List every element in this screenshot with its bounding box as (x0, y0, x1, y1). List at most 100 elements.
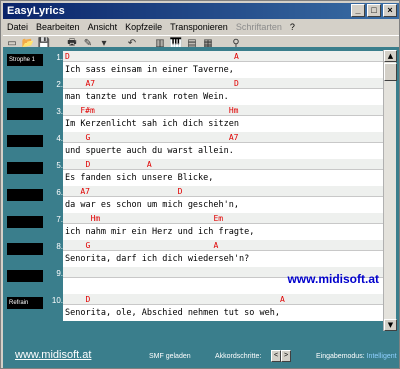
song-line: 6. A7 Dda war es schon um mich gescheh'n, (3, 184, 399, 214)
website-link[interactable]: www.midisoft.at (287, 272, 379, 286)
song-line: Refrain 10. D A Senorita, ole, Abschied nehm… (3, 292, 399, 322)
menu-item-schriftarten[interactable]: Schriftarten (232, 20, 286, 34)
status-url-link[interactable]: www.midisoft.at (15, 349, 91, 361)
lyric-text[interactable]: man tanzte und trank roten Wein. (65, 91, 229, 103)
song-line: 3. F#m Hm Im Kerzenlicht sah ich dich sitze… (3, 103, 399, 133)
input-mode-value: Intelligent (366, 353, 397, 360)
chord[interactable]: G (85, 132, 90, 143)
song-line: 8. G A Senorita, darf ich dich wiederseh'n? (3, 238, 399, 268)
chord-line[interactable]: F#m Hm (63, 105, 383, 116)
chord[interactable]: Em (213, 213, 223, 224)
section-label[interactable] (7, 162, 43, 174)
menu-item-bearbeiten[interactable]: Bearbeiten (32, 20, 84, 34)
menu-bar: Datei Bearbeiten Ansicht Kopfzeile Transponi… (3, 20, 399, 34)
lyric-text[interactable]: Senorita, darf ich dich wiederseh'n? (65, 253, 249, 265)
vertical-scrollbar[interactable]: ▲ ▼ (383, 50, 397, 331)
chord[interactable]: A (213, 240, 218, 251)
lyric-text[interactable]: da war es schon um mich gescheh'n, (65, 199, 239, 211)
line-number: 7. (56, 215, 63, 224)
section-label[interactable] (7, 108, 43, 120)
line-editor[interactable]: D A Ich sass einsam in einer Taverne, (63, 51, 384, 78)
line-editor[interactable]: D A Senorita, ole, Abschied nehmen tut so … (63, 294, 384, 321)
lyric-text[interactable]: Senorita, ole, Abschied nehmen tut so we… (65, 307, 280, 319)
window-controls: _ □ × (351, 4, 397, 17)
chord-step-up-button[interactable]: > (281, 350, 291, 362)
status-smf: SMF geladen (149, 353, 191, 360)
chord-line[interactable]: DA (63, 51, 383, 62)
chord[interactable]: A (147, 159, 152, 170)
minimize-button[interactable]: _ (351, 4, 365, 17)
chord[interactable]: A (234, 51, 239, 62)
lyric-text[interactable]: Im Kerzenlicht sah ich dich sitzen (65, 118, 239, 130)
song-line: 9. www.midisoft.at (3, 265, 399, 295)
line-number: 9. (56, 269, 63, 278)
chord-step-down-button[interactable]: < (271, 350, 281, 362)
section-label[interactable] (7, 270, 43, 282)
section-label[interactable] (7, 216, 43, 228)
menu-item-datei[interactable]: Datei (3, 20, 32, 34)
app-window: EasyLyrics _ □ × Datei Bearbeiten Ansicht K… (0, 0, 400, 369)
chord-line[interactable]: GA (63, 240, 383, 251)
scroll-up-icon[interactable]: ▲ (384, 50, 397, 62)
section-label[interactable]: Strophe 1 (7, 54, 43, 66)
menu-item-help[interactable]: ? (286, 20, 299, 34)
lyric-text[interactable]: Es fanden sich unsere Blicke, (65, 172, 213, 184)
chord-line[interactable]: A7 D (63, 186, 383, 197)
line-editor[interactable]: D A Es fanden sich unsere Blicke, (63, 159, 384, 186)
window-title: EasyLyrics (7, 5, 65, 17)
close-button[interactable]: × (383, 4, 397, 17)
line-number: 1. (56, 53, 63, 62)
chord[interactable]: A (280, 294, 285, 305)
chord[interactable]: A7 (80, 186, 90, 197)
song-editor: Strophe 1 1. D A Ich sass einsam in einer Ta… (3, 47, 399, 347)
chord-line[interactable]: G A7 (63, 132, 383, 143)
lyric-text[interactable]: und spuerte auch du warst allein. (65, 145, 234, 157)
menu-item-transponieren[interactable]: Transponieren (166, 20, 232, 34)
lyric-text[interactable]: Ich sass einsam in einer Taverne, (65, 64, 234, 76)
line-editor[interactable]: G A Senorita, darf ich dich wiederseh'n? (63, 240, 384, 267)
song-line: Strophe 1 1. D A Ich sass einsam in einer Ta… (3, 49, 399, 79)
menu-item-ansicht[interactable]: Ansicht (84, 20, 122, 34)
chord-line[interactable]: DA (63, 159, 383, 170)
chord[interactable]: D (65, 51, 70, 62)
line-number: 2. (56, 80, 63, 89)
chord[interactable]: D (85, 159, 90, 170)
status-bar: www.midisoft.at SMF geladen Akkordschrit… (3, 347, 399, 368)
chord[interactable]: D (234, 78, 239, 89)
chord[interactable]: G (85, 240, 90, 251)
chord[interactable]: A7 (229, 132, 239, 143)
scroll-down-icon[interactable]: ▼ (384, 319, 397, 331)
chord[interactable]: F#m (80, 105, 94, 116)
line-editor[interactable]: F#m Hm Im Kerzenlicht sah ich dich sitzen (63, 105, 384, 132)
line-number: 6. (56, 188, 63, 197)
chord-line[interactable]: Hm Em (63, 213, 383, 224)
chord-line[interactable]: DA (63, 294, 383, 305)
section-label[interactable]: Refrain (7, 297, 43, 309)
line-number: 4. (56, 134, 63, 143)
line-editor[interactable]: G A7 und spuerte auch du warst allein. (63, 132, 384, 159)
section-label[interactable] (7, 135, 43, 147)
line-editor[interactable]: A7 Dman tanzte und trank roten Wein. (63, 78, 384, 105)
line-editor[interactable]: A7 Dda war es schon um mich gescheh'n, (63, 186, 384, 213)
chord[interactable]: D (178, 186, 183, 197)
line-editor[interactable]: www.midisoft.at (63, 267, 384, 294)
lyric-text[interactable]: ich nahm mir ein Herz und ich fragte, (65, 226, 254, 238)
section-label[interactable] (7, 189, 43, 201)
input-mode-label: Eingabemodus: (316, 353, 365, 360)
status-input-mode: Eingabemodus: Intelligent (316, 353, 397, 360)
song-line: 4. G A7 und spuerte auch du warst allein. (3, 130, 399, 160)
song-line: 5. D A Es fanden sich unsere Blicke, (3, 157, 399, 187)
maximize-button[interactable]: □ (367, 4, 381, 17)
section-label[interactable] (7, 81, 43, 93)
chord[interactable]: A7 (85, 78, 95, 89)
chord[interactable]: Hm (229, 105, 239, 116)
menu-item-kopfzeile[interactable]: Kopfzeile (121, 20, 166, 34)
line-editor[interactable]: Hm Em ich nahm mir ein Herz und ich fragte… (63, 213, 384, 240)
chord[interactable]: D (85, 294, 90, 305)
line-number: 10. (51, 296, 63, 305)
chord-line[interactable]: A7 D (63, 78, 383, 89)
scroll-thumb[interactable] (384, 63, 397, 81)
title-bar: EasyLyrics _ □ × (3, 3, 399, 19)
chord[interactable]: Hm (91, 213, 101, 224)
section-label[interactable] (7, 243, 43, 255)
